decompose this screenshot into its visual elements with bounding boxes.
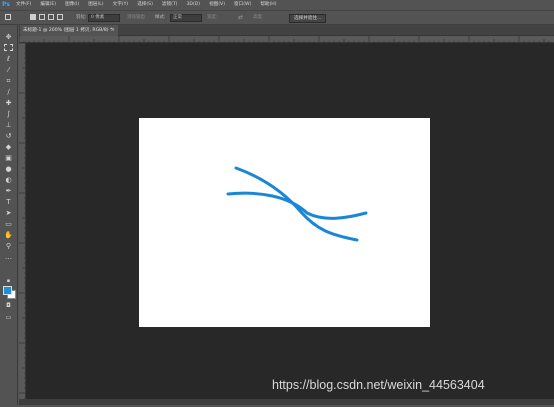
tools-panel: ✥ ℓ ⁄ ⌗ ∕ ✚ ∫ ⊥ ↺ ◆ ▣ ● ◐ ✒ T ➤ ▭ ✋ ⚲ … …: [0, 25, 18, 405]
menu-filter[interactable]: 滤镜(T): [162, 0, 178, 10]
style-select[interactable]: 正常: [170, 14, 202, 22]
blue-stroke-lower: [226, 191, 368, 220]
marquee-preset-icon[interactable]: [5, 14, 11, 20]
add-selection-icon[interactable]: [39, 14, 45, 20]
eraser-icon[interactable]: ◆: [3, 143, 14, 152]
quick-mask-icon[interactable]: ◘: [3, 301, 14, 310]
options-bar: 羽化: 0 像素 消除锯齿 样式: 正常 宽度: ⇄ 高度: 选择并遮住...: [0, 10, 554, 25]
menu-bar: Ps 文件(F) 编辑(E) 图像(I) 图层(L) 文字(Y) 选择(S) 滤…: [0, 0, 554, 10]
type-icon[interactable]: T: [3, 198, 14, 207]
blur-icon[interactable]: ●: [3, 165, 14, 174]
canvas-drawing: [226, 166, 368, 242]
swap-icon[interactable]: ⇄: [238, 14, 243, 22]
horizontal-ruler: [18, 36, 554, 43]
vertical-ruler-ticks: [19, 42, 26, 404]
pen-icon[interactable]: ✒: [3, 187, 14, 196]
eyedropper-icon[interactable]: ∕: [3, 88, 14, 97]
height-label: 高度:: [253, 15, 264, 20]
menu-image[interactable]: 图像(I): [65, 0, 79, 10]
width-label: 宽度:: [207, 15, 218, 20]
menu-select[interactable]: 选择(S): [137, 0, 153, 10]
status-bar: [19, 399, 554, 405]
menu-view[interactable]: 视图(V): [209, 0, 225, 10]
menu-3d[interactable]: 3D(D): [186, 0, 200, 10]
more-icon[interactable]: …: [3, 253, 14, 262]
default-colors-icon[interactable]: ▪: [3, 277, 14, 286]
new-selection-icon[interactable]: [30, 14, 36, 20]
quick-select-icon[interactable]: ⁄: [3, 66, 14, 75]
lasso-icon[interactable]: ℓ: [3, 55, 14, 64]
horizontal-ruler-ticks: [18, 36, 550, 43]
feather-input[interactable]: 0 像素: [88, 14, 120, 22]
brush-icon[interactable]: ∫: [3, 110, 14, 119]
menu-file[interactable]: 文件(F): [16, 0, 31, 10]
style-value: 正常: [173, 15, 182, 20]
rectangle-icon[interactable]: ▭: [3, 220, 14, 229]
menu-help[interactable]: 帮助(H): [260, 0, 276, 10]
intersect-selection-icon[interactable]: [57, 14, 63, 20]
feather-label: 羽化:: [76, 15, 87, 20]
feather-value: 0 像素: [91, 15, 105, 20]
style-label: 样式:: [155, 15, 166, 20]
screen-mode-icon[interactable]: ▭: [3, 313, 14, 322]
select-and-mask-button[interactable]: 选择并遮住...: [289, 14, 327, 23]
healing-icon[interactable]: ✚: [3, 99, 14, 108]
document-canvas[interactable]: [139, 118, 430, 327]
antialias-label[interactable]: 消除锯齿: [127, 14, 145, 22]
menu-edit[interactable]: 编辑(E): [40, 0, 56, 10]
crop-icon[interactable]: ⌗: [3, 77, 14, 86]
dodge-icon[interactable]: ◐: [3, 176, 14, 185]
watermark-text: https://blog.csdn.net/weixin_44563404: [272, 378, 485, 392]
marquee-icon[interactable]: [3, 44, 14, 53]
menu-items: 文件(F) 编辑(E) 图像(I) 图层(L) 文字(Y) 选择(S) 滤镜(T…: [16, 0, 286, 10]
hand-icon[interactable]: ✋: [3, 231, 14, 240]
stamp-icon[interactable]: ⊥: [3, 121, 14, 130]
foreground-color-swatch[interactable]: [3, 286, 12, 295]
move-icon[interactable]: ✥: [3, 33, 14, 42]
vertical-ruler: [19, 42, 26, 405]
gradient-icon[interactable]: ▣: [3, 154, 14, 163]
history-brush-icon[interactable]: ↺: [3, 132, 14, 141]
menu-window[interactable]: 窗口(W): [234, 0, 251, 10]
document-tab[interactable]: 未标题-1 @ 200% (图层 1 拷贝, RGB/8) * ×: [20, 25, 118, 36]
path-select-icon[interactable]: ➤: [3, 209, 14, 218]
photoshop-logo: Ps: [2, 1, 10, 8]
document-tab-bar: 未标题-1 @ 200% (图层 1 拷贝, RGB/8) * ×: [19, 25, 554, 36]
close-icon[interactable]: ×: [111, 25, 115, 36]
menu-layer[interactable]: 图层(L): [88, 0, 103, 10]
zoom-icon[interactable]: ⚲: [3, 242, 14, 251]
menu-type[interactable]: 文字(Y): [113, 0, 129, 10]
document-tab-title: 未标题-1 @ 200% (图层 1 拷贝, RGB/8) *: [23, 28, 113, 33]
subtract-selection-icon[interactable]: [48, 14, 54, 20]
